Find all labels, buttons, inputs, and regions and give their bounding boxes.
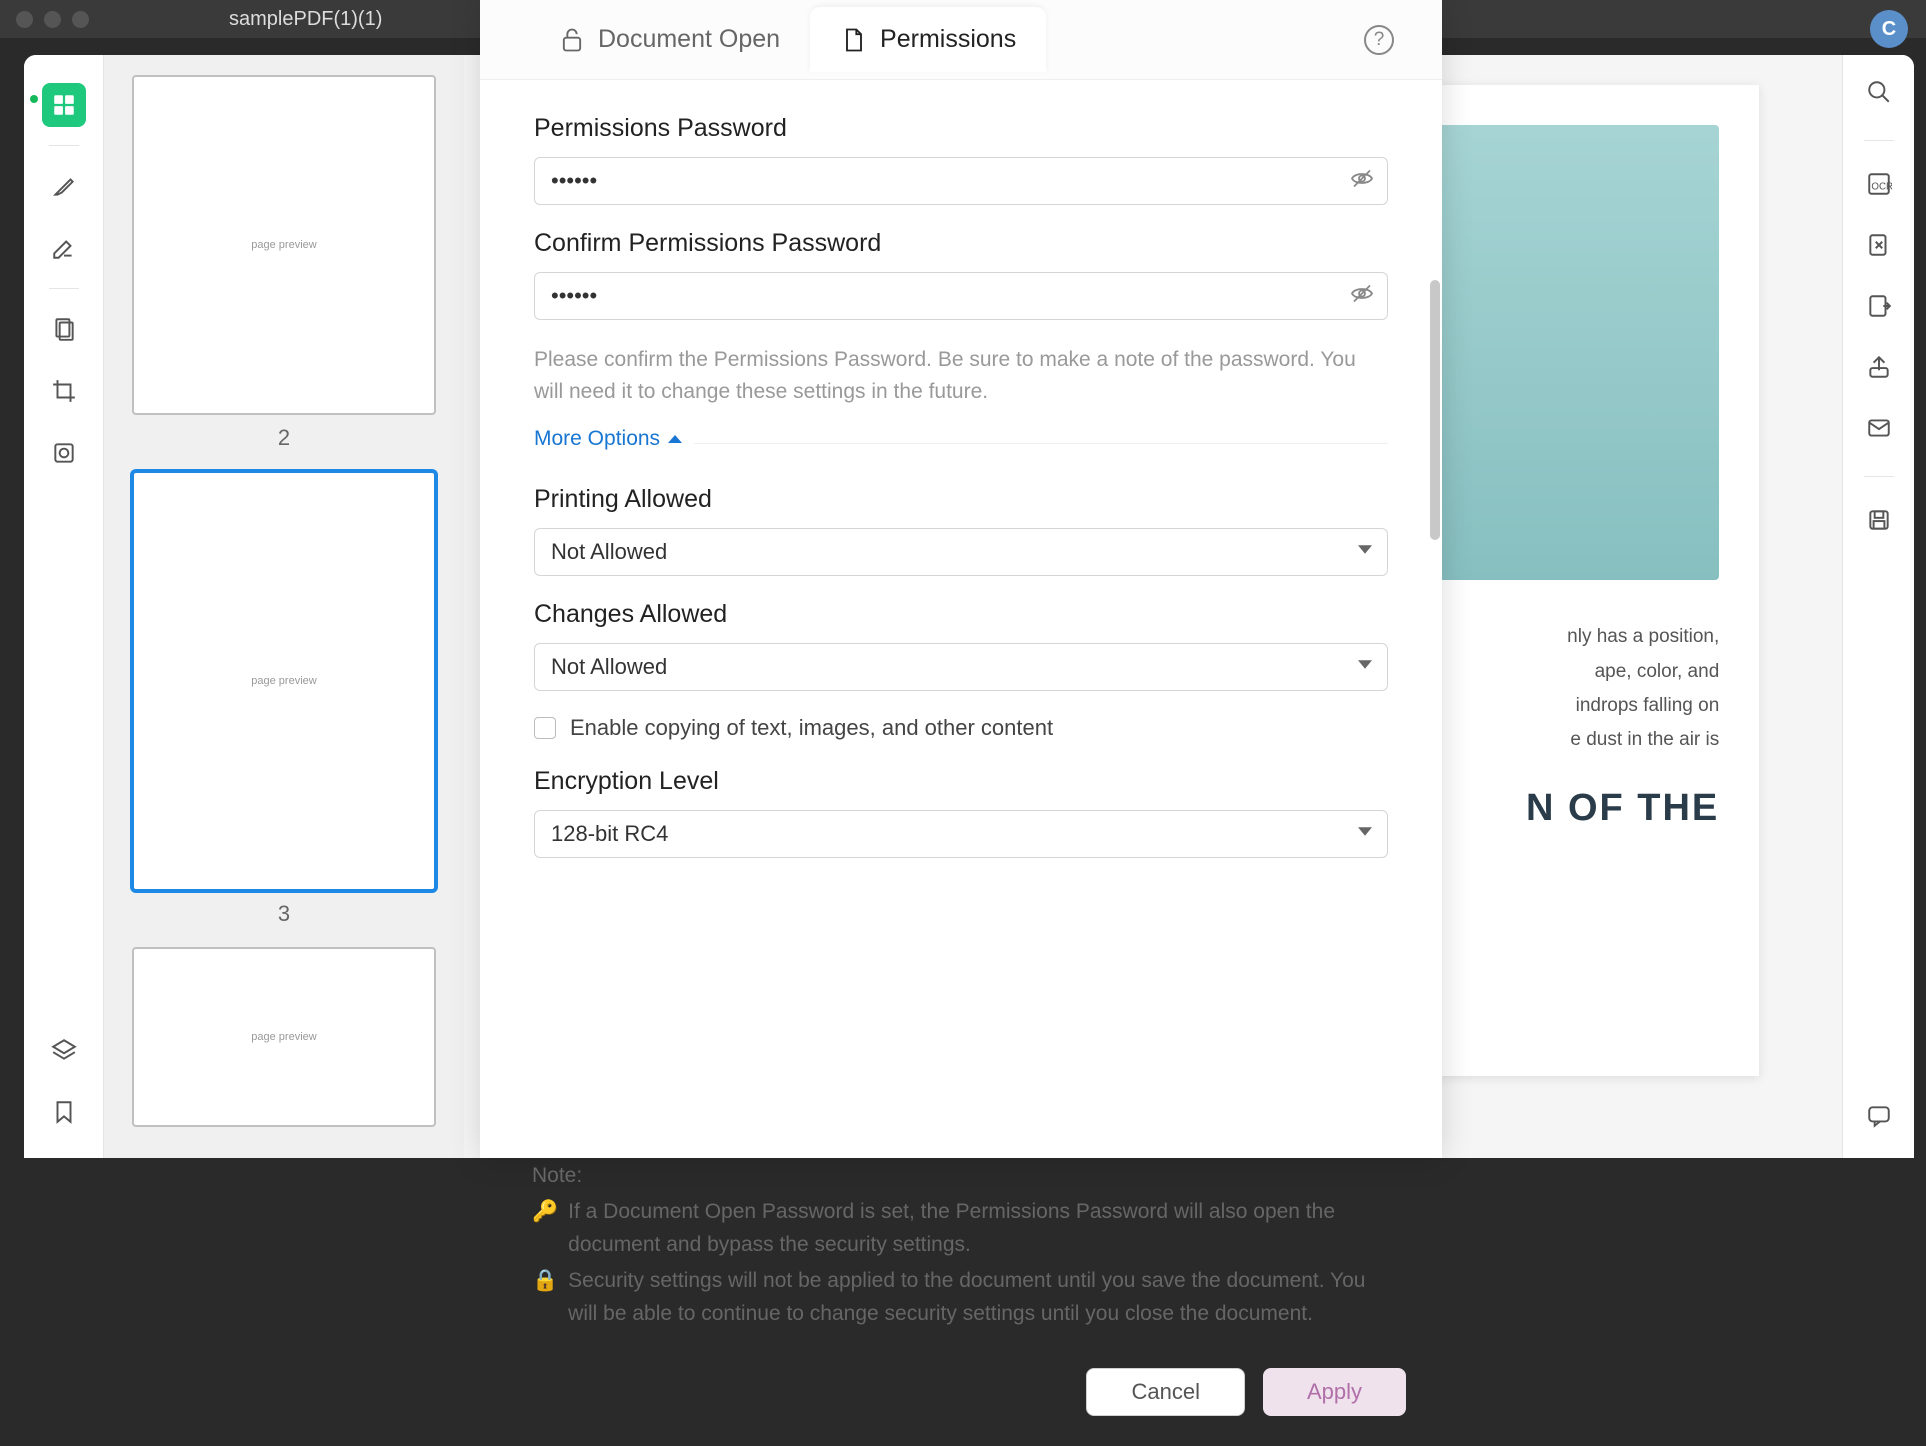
stamp-tool[interactable] — [42, 431, 86, 475]
note-block: Note: 🔑 If a Document Open Password is s… — [480, 1158, 1442, 1352]
mail-icon[interactable] — [1866, 415, 1892, 446]
cancel-button[interactable]: Cancel — [1086, 1368, 1244, 1416]
window-title: samplePDF(1)(1) — [229, 8, 382, 31]
note-title: Note: — [532, 1164, 1384, 1188]
permissions-password-label: Permissions Password — [534, 114, 1388, 143]
scrollbar-thumb[interactable] — [1430, 280, 1440, 540]
layers-tool[interactable] — [42, 1028, 86, 1072]
note-key-text: If a Document Open Password is set, the … — [568, 1196, 1384, 1261]
comment-icon[interactable] — [1866, 1103, 1892, 1134]
thumbnail-page-number: 3 — [132, 901, 436, 927]
status-dot-icon — [30, 95, 38, 103]
permissions-password-input[interactable] — [534, 157, 1388, 205]
help-button[interactable]: ? — [1364, 25, 1394, 55]
more-options-toggle[interactable]: More Options — [534, 427, 682, 451]
confirm-password-label: Confirm Permissions Password — [534, 229, 1388, 258]
thumbnail-panel: page preview 2 page preview 3 page previ… — [104, 55, 464, 1158]
encryption-level-label: Encryption Level — [534, 767, 1388, 796]
divider — [49, 145, 79, 146]
tab-permissions[interactable]: Permissions — [810, 7, 1046, 72]
modal-footer: Cancel Apply — [480, 1352, 1442, 1446]
divider — [1864, 140, 1894, 141]
toggle-visibility-icon[interactable] — [1350, 167, 1374, 196]
convert-icon[interactable] — [1866, 232, 1892, 263]
highlight-tool[interactable] — [42, 164, 86, 208]
divider — [1864, 476, 1894, 477]
export-icon[interactable] — [1866, 293, 1892, 324]
divider — [49, 288, 79, 289]
svg-text:OCR: OCR — [1871, 181, 1892, 192]
modal-body: Permissions Password Confirm Permissions… — [480, 80, 1442, 1158]
minimize-window-button[interactable] — [44, 11, 61, 28]
key-icon: 🔑 — [532, 1196, 558, 1261]
more-options-label: More Options — [534, 427, 660, 451]
page-thumbnail[interactable]: page preview — [132, 471, 436, 891]
share-icon[interactable] — [1866, 354, 1892, 385]
crop-tool[interactable] — [42, 369, 86, 413]
scrollbar-track — [1428, 100, 1440, 420]
tab-label: Permissions — [880, 25, 1016, 54]
avatar[interactable]: C — [1870, 10, 1908, 48]
confirm-password-input[interactable] — [534, 272, 1388, 320]
ocr-icon[interactable]: OCR — [1866, 171, 1892, 202]
changes-allowed-label: Changes Allowed — [534, 600, 1388, 629]
encryption-level-select[interactable]: 128-bit RC4 — [534, 810, 1388, 858]
lock-open-icon — [558, 26, 586, 54]
printing-allowed-label: Printing Allowed — [534, 485, 1388, 514]
document-icon — [840, 26, 868, 54]
page-thumbnail[interactable]: page preview — [132, 947, 436, 1127]
right-tool-rail: OCR — [1842, 55, 1914, 1158]
tab-document-open[interactable]: Document Open — [528, 7, 810, 72]
modal-tab-bar: Document Open Permissions ? — [480, 0, 1442, 80]
thumbnail-page-number: 2 — [132, 425, 436, 451]
changes-allowed-select[interactable]: Not Allowed — [534, 643, 1388, 691]
security-modal: Document Open Permissions ? Permissions … — [480, 0, 1442, 1158]
enable-copying-checkbox[interactable] — [534, 717, 556, 739]
printing-allowed-select[interactable]: Not Allowed — [534, 528, 1388, 576]
search-icon[interactable] — [1866, 79, 1892, 110]
save-icon[interactable] — [1866, 507, 1892, 538]
left-tool-rail — [24, 55, 104, 1158]
enable-copying-label: Enable copying of text, images, and othe… — [570, 715, 1053, 741]
lock-icon: 🔒 — [532, 1265, 558, 1330]
page-tool[interactable] — [42, 307, 86, 351]
confirm-help-text: Please confirm the Permissions Password.… — [534, 344, 1388, 407]
maximize-window-button[interactable] — [72, 11, 89, 28]
bookmark-tool[interactable] — [42, 1090, 86, 1134]
caret-up-icon — [668, 435, 682, 443]
thumbnails-tool[interactable] — [42, 83, 86, 127]
annotate-tool[interactable] — [42, 226, 86, 270]
divider — [694, 443, 1388, 444]
close-window-button[interactable] — [16, 11, 33, 28]
toggle-visibility-icon[interactable] — [1350, 282, 1374, 311]
tab-label: Document Open — [598, 25, 780, 54]
traffic-lights — [16, 11, 89, 28]
page-thumbnail[interactable]: page preview — [132, 75, 436, 415]
apply-button[interactable]: Apply — [1263, 1368, 1406, 1416]
note-lock-text: Security settings will not be applied to… — [568, 1265, 1384, 1330]
